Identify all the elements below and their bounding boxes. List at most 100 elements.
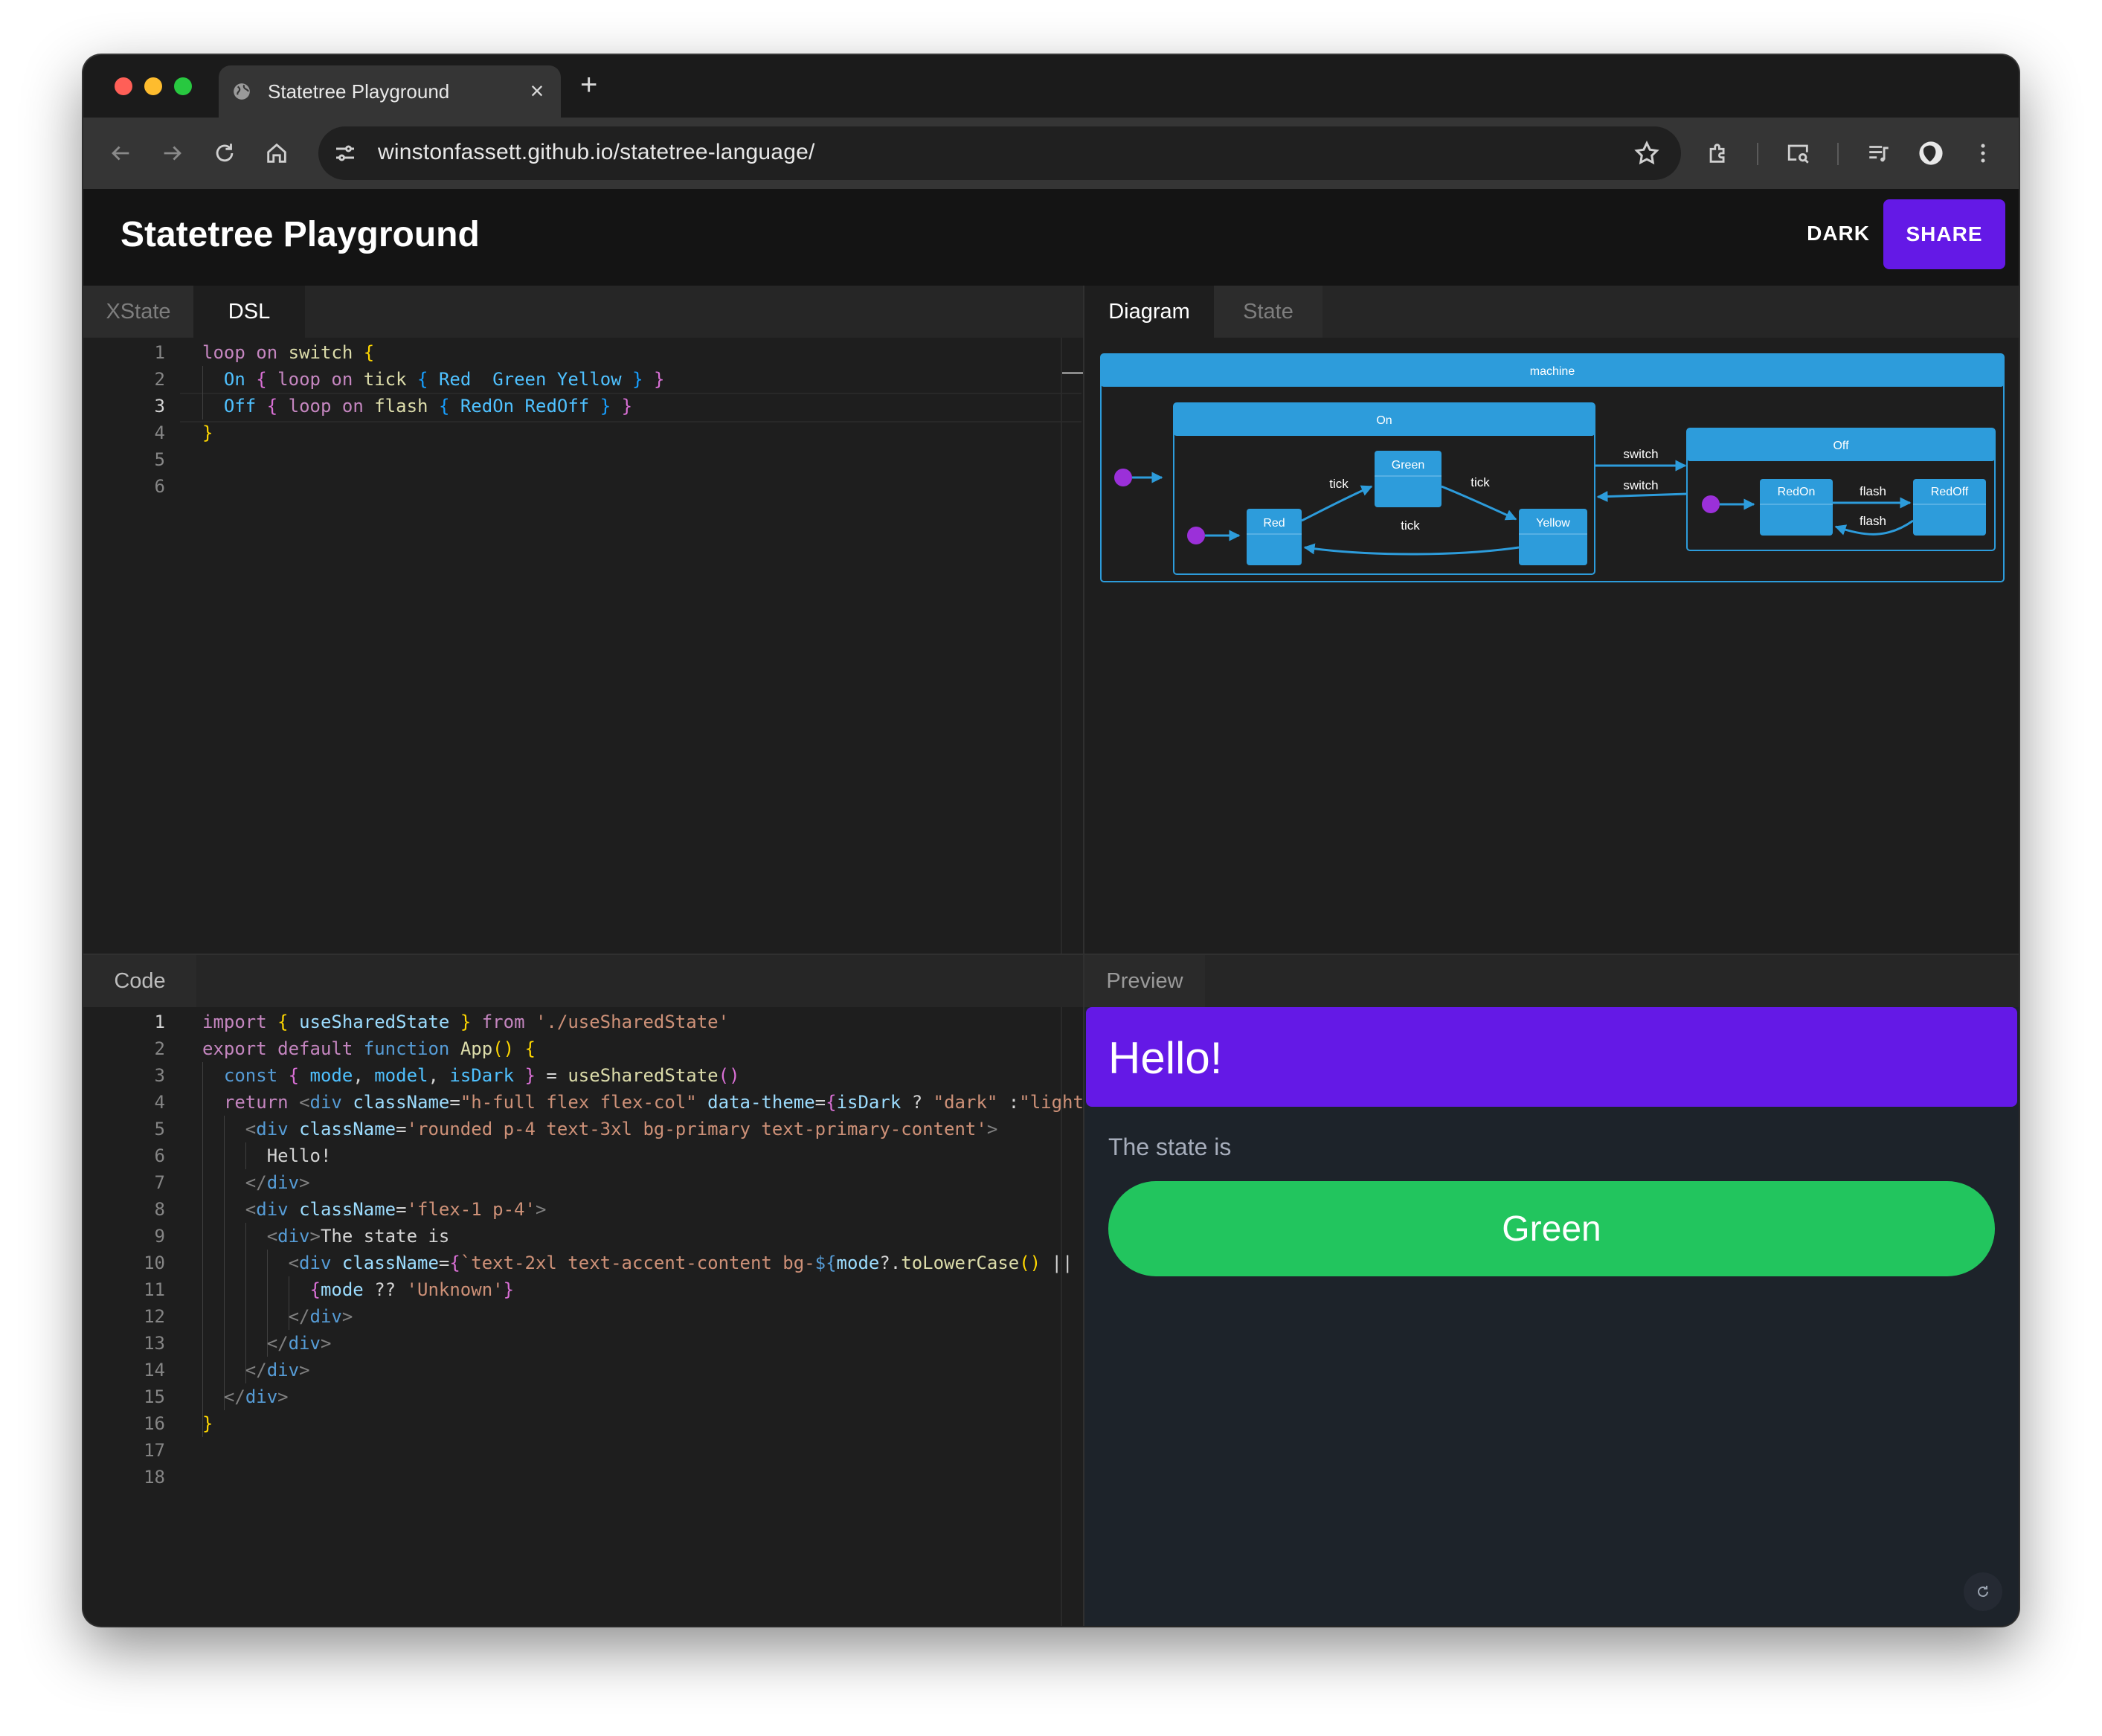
screen-search-icon <box>1787 144 1809 164</box>
code-line: } <box>202 422 213 443</box>
line-number: 4 <box>154 422 165 443</box>
state-redoff[interactable]: RedOff <box>1913 479 1986 536</box>
profile-button[interactable] <box>1913 135 1949 171</box>
code-line: {mode ?? 'Unknown'} <box>309 1279 515 1300</box>
line-number: 3 <box>154 1065 165 1086</box>
new-tab-button[interactable]: + <box>580 68 597 101</box>
tab-close-icon[interactable]: × <box>525 76 549 106</box>
line-number: 14 <box>144 1360 165 1380</box>
extensions-button[interactable] <box>1700 135 1736 171</box>
line-number: 15 <box>144 1386 165 1407</box>
code-line: <div className='flex-1 p-4'> <box>245 1199 547 1220</box>
code-line: <div className={`text-2xl text-accent-co… <box>288 1253 1073 1273</box>
line-number: 17 <box>144 1440 165 1461</box>
back-button[interactable] <box>103 135 138 171</box>
line-number: 2 <box>154 1038 165 1059</box>
toolbar-separator <box>1757 143 1758 165</box>
page-title: Statetree Playground <box>120 215 480 254</box>
line-number: 16 <box>144 1413 165 1434</box>
globe-icon <box>234 83 250 100</box>
refresh-preview-button[interactable] <box>1964 1572 2002 1611</box>
address-bar[interactable]: winstonfassett.github.io/statetree-langu… <box>318 126 1681 180</box>
diagram-pane: Diagram State machine On Green Red Yello… <box>1084 286 2019 954</box>
code-line: const { mode, model, isDark } = useShare… <box>223 1065 740 1086</box>
tab-dsl[interactable]: DSL <box>193 286 305 338</box>
app-header: Statetree Playground DARK SHARE <box>83 189 2019 286</box>
code-line: </div> <box>245 1172 310 1193</box>
state-green[interactable]: Green <box>1375 451 1441 507</box>
media-button[interactable] <box>1861 135 1897 171</box>
forward-button[interactable] <box>155 135 190 171</box>
state-redon[interactable]: RedOn <box>1760 479 1833 536</box>
tab-xstate[interactable]: XState <box>83 286 193 338</box>
navigation-bar: winstonfassett.github.io/statetree-langu… <box>83 118 2019 189</box>
cast-search-button[interactable] <box>1781 135 1816 171</box>
machine-label: machine <box>1530 365 1575 378</box>
state-yellow-label: Yellow <box>1536 517 1570 530</box>
playlist-icon <box>1869 146 1889 162</box>
preview-tabbar: Preview <box>1084 955 2019 1007</box>
state-on-label: On <box>1376 414 1392 427</box>
code-pane: Code 1 2 3 4 5 6 7 8 9 10 11 12 13 14 15… <box>83 955 1083 1626</box>
state-redon-label: RedOn <box>1778 486 1816 498</box>
event-flash-label: flash <box>1860 484 1886 498</box>
close-window-button[interactable] <box>115 77 132 95</box>
overview-ruler-mark <box>1062 372 1083 374</box>
browser-menu-button[interactable] <box>1965 135 2001 171</box>
site-settings-icon[interactable] <box>332 140 359 167</box>
avatar <box>1919 141 1943 165</box>
state-off-label: Off <box>1833 440 1849 452</box>
code-line: </div> <box>245 1360 310 1380</box>
tab-code[interactable]: Code <box>83 955 196 1007</box>
code-line: <div className='rounded p-4 text-3xl bg-… <box>245 1119 998 1139</box>
line-number: 5 <box>154 1119 165 1139</box>
event-switch-label: switch <box>1623 447 1658 461</box>
line-number: 8 <box>154 1199 165 1220</box>
dsl-editor[interactable]: 1 2 3 4 5 6 loop on switch { On { loop o… <box>83 338 1083 954</box>
share-button[interactable]: SHARE <box>1883 199 2005 269</box>
on-initial-dot <box>1187 527 1205 544</box>
code-line: </div> <box>288 1306 353 1327</box>
tab-state[interactable]: State <box>1214 286 1322 338</box>
browser-tab[interactable]: Statetree Playground × <box>219 65 561 118</box>
code-line: } <box>202 1413 213 1434</box>
puzzle-icon <box>1709 144 1725 163</box>
line-number: 5 <box>154 449 165 470</box>
line-number: 7 <box>154 1172 165 1193</box>
dark-mode-button[interactable]: DARK <box>1807 222 1870 245</box>
state-yellow[interactable]: Yellow <box>1519 509 1587 565</box>
reload-button[interactable] <box>207 135 242 171</box>
minimize-window-button[interactable] <box>144 77 162 95</box>
code-line: </div> <box>266 1333 332 1354</box>
editor-scrollbar[interactable] <box>1061 338 1062 954</box>
line-number: 10 <box>144 1253 165 1273</box>
line-number: 18 <box>144 1467 165 1488</box>
home-button[interactable] <box>259 135 295 171</box>
code-line: import { useSharedState } from './useSha… <box>202 1012 730 1032</box>
hello-text: Hello! <box>1108 1033 1223 1083</box>
event-flash-label: flash <box>1860 514 1886 528</box>
code-line: Off { loop on flash { RedOn RedOff } } <box>223 396 633 417</box>
line-number: 3 <box>154 396 165 417</box>
tab-preview[interactable]: Preview <box>1084 955 1205 1007</box>
state-green-label: Green <box>1392 459 1424 472</box>
forward-arrow-icon <box>164 146 181 161</box>
code-line: <div>The state is <box>266 1226 450 1247</box>
code-line: loop on switch { <box>202 342 375 363</box>
code-editor[interactable]: 1 2 3 4 5 6 7 8 9 10 11 12 13 14 15 16 1… <box>83 1007 1083 1626</box>
line-number: 6 <box>154 476 165 497</box>
url-text[interactable]: winstonfassett.github.io/statetree-langu… <box>378 140 815 165</box>
line-number: 1 <box>154 342 165 363</box>
maximize-window-button[interactable] <box>174 77 192 95</box>
statechart-diagram[interactable]: machine On Green Red Yellow tick tick ti… <box>1084 338 2019 591</box>
editor-scrollbar[interactable] <box>1061 1007 1062 1626</box>
state-red[interactable]: Red <box>1247 509 1302 565</box>
dsl-tabbar: XState DSL <box>83 286 1083 338</box>
tab-diagram[interactable]: Diagram <box>1084 286 1214 338</box>
bookmark-star-icon[interactable] <box>1633 140 1660 167</box>
line-number: 13 <box>144 1333 165 1354</box>
event-tick-label: tick <box>1329 477 1349 491</box>
line-number: 2 <box>154 369 165 390</box>
line-number: 4 <box>154 1092 165 1113</box>
refresh-icon <box>1978 1586 1988 1597</box>
